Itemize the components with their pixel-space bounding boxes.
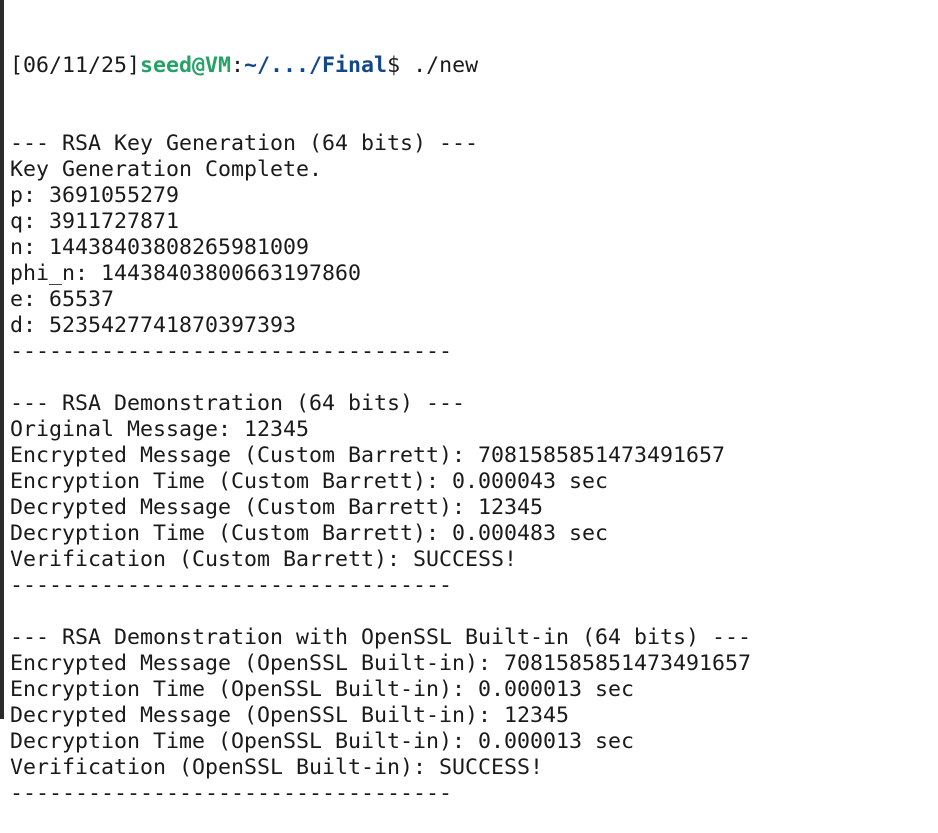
output-line: --- RSA Demonstration with OpenSSL Built… <box>10 625 752 650</box>
output-line: ---------------------------------- <box>10 781 453 806</box>
output-line: Key Generation Complete. <box>10 157 323 182</box>
output-line: Decrypted Message (OpenSSL Built-in): 12… <box>10 703 570 728</box>
output-line: Encrypted Message (Custom Barrett): 7081… <box>10 443 726 468</box>
program-output: --- RSA Key Generation (64 bits) --- Key … <box>10 131 935 807</box>
output-line: Verification (Custom Barrett): SUCCESS! <box>10 547 518 572</box>
output-line: d: 5235427741870397393 <box>10 313 297 338</box>
output-line: --- RSA Key Generation (64 bits) --- <box>10 131 479 156</box>
prompt-symbol: $ <box>387 53 401 78</box>
output-line: ---------------------------------- <box>10 339 453 364</box>
output-line: Decryption Time (Custom Barrett): 0.0004… <box>10 521 609 546</box>
output-line: ---------------------------------- <box>10 573 453 598</box>
window-left-border <box>0 0 4 719</box>
prompt-date: [06/11/25] <box>10 53 141 78</box>
output-line: Encrypted Message (OpenSSL Built-in): 70… <box>10 651 752 676</box>
prompt-command: ./new <box>400 53 479 78</box>
output-line: n: 14438403808265981009 <box>10 235 310 260</box>
prompt-user-host: seed@VM <box>140 53 232 78</box>
output-line: p: 3691055279 <box>10 183 180 208</box>
output-line: Encryption Time (Custom Barrett): 0.0000… <box>10 469 609 494</box>
output-line: Decryption Time (OpenSSL Built-in): 0.00… <box>10 729 635 754</box>
output-line: phi_n: 14438403800663197860 <box>10 261 362 286</box>
prompt-path: ~/.../Final <box>244 53 388 78</box>
prompt-separator: : <box>231 53 245 78</box>
output-line: e: 65537 <box>10 287 115 312</box>
output-line: q: 3911727871 <box>10 209 180 234</box>
output-line: Encryption Time (OpenSSL Built-in): 0.00… <box>10 677 635 702</box>
command-prompt-line: [06/11/25]seed@VM:~/.../Final$ ./new <box>10 53 935 79</box>
output-line: --- RSA Demonstration (64 bits) --- <box>10 391 466 416</box>
output-line: Verification (OpenSSL Built-in): SUCCESS… <box>10 755 544 780</box>
output-line: Decrypted Message (Custom Barrett): 1234… <box>10 495 544 520</box>
output-line: Original Message: 12345 <box>10 417 310 442</box>
terminal-output[interactable]: [06/11/25]seed@VM:~/.../Final$ ./new ---… <box>10 1 935 833</box>
